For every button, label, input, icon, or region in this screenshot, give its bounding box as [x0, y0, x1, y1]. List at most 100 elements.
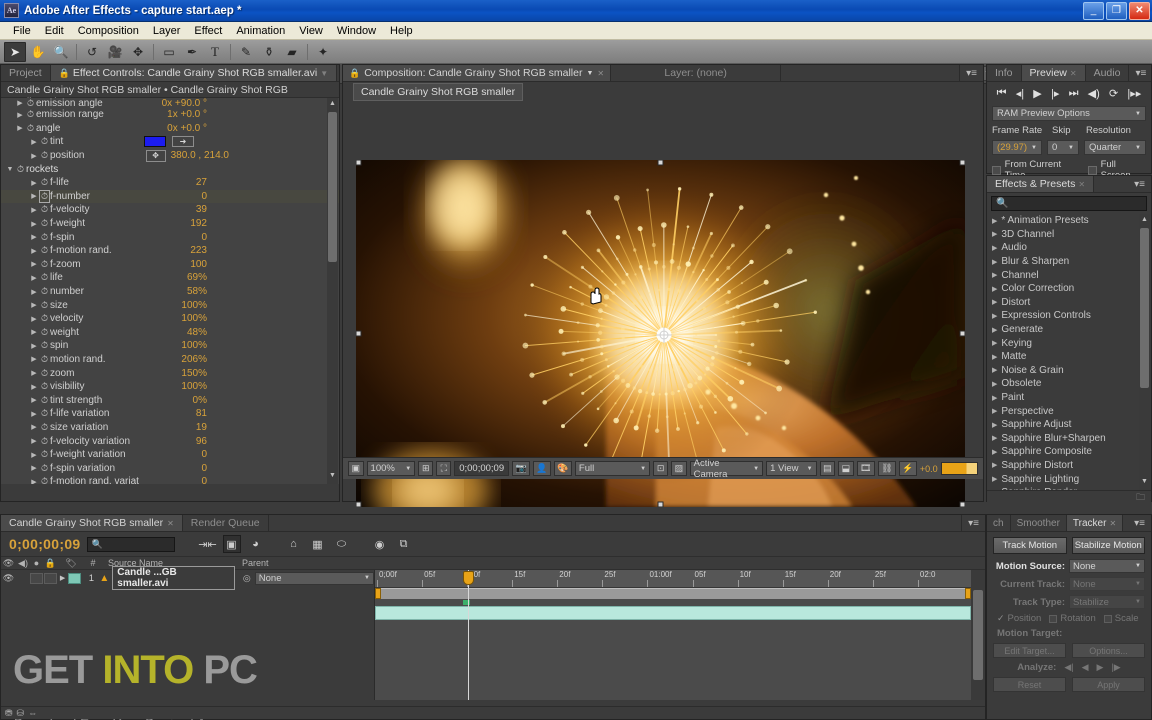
twirl-closed-icon[interactable]: ▶: [992, 448, 997, 456]
menu-item-help[interactable]: Help: [383, 23, 420, 39]
composition-canvas[interactable]: [356, 160, 965, 507]
twirl-closed-icon[interactable]: ▶: [992, 489, 997, 491]
twirl-closed-icon[interactable]: ▶: [992, 366, 997, 374]
motion-blur-icon[interactable]: ▦: [309, 535, 327, 553]
tint-color-swatch[interactable]: [144, 136, 166, 148]
effects-category-item[interactable]: ▶ Sapphire Distort: [987, 459, 1151, 473]
layer-label-color[interactable]: [67, 572, 81, 584]
always-preview-icon[interactable]: ▣: [348, 461, 364, 476]
stopwatch-icon[interactable]: ⏱: [39, 476, 50, 484]
twirl-closed-icon[interactable]: ▶: [992, 271, 997, 279]
twirl-closed-icon[interactable]: ▶: [29, 423, 39, 431]
comp-flowchart-icon[interactable]: ⛓: [877, 461, 896, 476]
pixel-aspect-correction-icon[interactable]: ▤: [819, 461, 836, 476]
layer-visibility-icon[interactable]: 👁: [1, 573, 16, 584]
panel-menu-icon[interactable]: ▾≡: [1129, 65, 1152, 81]
camera-tool[interactable]: 🎥: [104, 42, 126, 62]
panel-menu-icon[interactable]: ▾≡: [960, 65, 983, 81]
ram-preview-button[interactable]: |▸▸: [1127, 87, 1141, 100]
effect-property-value[interactable]: 0x +90.0 °: [162, 98, 207, 109]
playhead-handle[interactable]: [463, 571, 474, 585]
twirl-closed-icon[interactable]: ▶: [29, 288, 39, 296]
twirl-closed-icon[interactable]: ▶: [992, 475, 997, 483]
twirl-closed-icon[interactable]: ▶: [29, 152, 39, 160]
camera-view-select[interactable]: Active Camera ▼: [689, 458, 764, 480]
effects-category-item[interactable]: ▶ Audio: [987, 241, 1151, 255]
composition-mini-flowchart-icon[interactable]: ⇥⇤: [198, 535, 216, 553]
effect-property-row[interactable]: ▶ ⏱ f-spin 0: [1, 230, 339, 244]
effect-property-value[interactable]: 48%: [187, 327, 207, 338]
effect-property-row[interactable]: ▶ ⏱ motion rand. 206%: [1, 353, 339, 367]
previous-frame-button[interactable]: ◂|: [1016, 87, 1024, 100]
twirl-closed-icon[interactable]: ▶: [992, 394, 997, 402]
menu-item-animation[interactable]: Animation: [229, 23, 292, 39]
effect-property-row[interactable]: ▶ ⏱ f-spin variation 0: [1, 461, 339, 475]
twirl-closed-icon[interactable]: ▶: [992, 380, 997, 388]
twirl-closed-icon[interactable]: ▶: [29, 464, 39, 472]
effect-property-row[interactable]: ▶ ⏱ f-zoom 100: [1, 258, 339, 272]
motion-source-select[interactable]: None ▼: [1069, 559, 1145, 573]
twirl-closed-icon[interactable]: ▶: [29, 179, 39, 187]
tab-project[interactable]: Project: [1, 65, 51, 81]
effect-property-row[interactable]: ▶ ⏱ angle 0x +0.0 °: [1, 122, 339, 136]
tab-layer[interactable]: Layer: (none): [611, 65, 782, 81]
timeline-search-input[interactable]: 🔍: [86, 536, 175, 552]
twirl-closed-icon[interactable]: ▶: [29, 233, 39, 241]
effect-property-value[interactable]: 100%: [181, 381, 207, 392]
panel-menu-icon[interactable]: ▾≡: [962, 515, 985, 531]
twirl-closed-icon[interactable]: ▶: [29, 315, 39, 323]
frame-rate-select[interactable]: (29.97) ▼: [992, 140, 1042, 155]
scroll-down-icon[interactable]: ▼: [1140, 478, 1149, 488]
ram-preview-options-select[interactable]: RAM Preview Options ▼: [992, 106, 1146, 121]
twirl-closed-icon[interactable]: ▶: [992, 434, 997, 442]
region-interest-toggle-icon[interactable]: ⊡: [653, 461, 669, 476]
puppet-pin-tool[interactable]: ✦: [312, 42, 334, 62]
effects-category-item[interactable]: ▶ Matte: [987, 350, 1151, 364]
layer-source-name[interactable]: Candle ...GB smaller.avi: [112, 566, 235, 590]
twirl-closed-icon[interactable]: ▶: [29, 138, 39, 146]
effect-property-row[interactable]: ▶ ⏱ weight 48%: [1, 326, 339, 340]
reset-exposure-icon[interactable]: ⚡: [898, 461, 917, 476]
close-icon[interactable]: ✕: [1109, 519, 1116, 528]
menu-item-layer[interactable]: Layer: [146, 23, 188, 39]
maximize-button[interactable]: ❐: [1106, 1, 1127, 20]
minimize-button[interactable]: _: [1083, 1, 1104, 20]
effect-property-row[interactable]: ▶ ⏱ spin 100%: [1, 339, 339, 353]
magnification-select[interactable]: 100% ▼: [366, 461, 416, 476]
region-of-interest-icon[interactable]: ⛶: [436, 461, 452, 476]
close-icon[interactable]: ✕: [1070, 69, 1077, 78]
from-current-time-checkbox[interactable]: [992, 165, 1001, 175]
effect-property-value[interactable]: 0x +0.0 °: [167, 123, 207, 134]
breadcrumb[interactable]: Candle Grainy Shot RGB smaller: [353, 83, 524, 101]
tab-info[interactable]: Info: [987, 65, 1022, 81]
timeline-zoom-icon[interactable]: ⇔: [28, 708, 37, 718]
scroll-up-icon[interactable]: ▲: [1140, 216, 1149, 226]
stopwatch-icon[interactable]: ⏱: [39, 189, 50, 203]
view-layout-select[interactable]: 1 View ▼: [766, 461, 817, 476]
effect-property-row[interactable]: ▶ ⏱ f-life variation 81: [1, 407, 339, 421]
layer-solo-box[interactable]: [29, 572, 43, 584]
timeline-icon[interactable]: 🎞: [856, 461, 875, 476]
close-button[interactable]: ✕: [1129, 1, 1150, 20]
brainstorm-icon[interactable]: ⬭: [333, 535, 351, 553]
effect-property-row[interactable]: ▶ ⏱ number 58%: [1, 285, 339, 299]
preview-resolution-select[interactable]: Quarter ▼: [1084, 140, 1146, 155]
effect-property-row[interactable]: ▶ ⏱ f-number 0: [1, 189, 339, 204]
effect-property-row[interactable]: ▶ ⏱ size 100%: [1, 298, 339, 312]
skip-select[interactable]: 0 ▼: [1047, 140, 1079, 155]
twirl-closed-icon[interactable]: ▶: [992, 353, 997, 361]
twirl-closed-icon[interactable]: ▶: [29, 342, 39, 350]
stopwatch-icon[interactable]: ⏱: [39, 327, 50, 338]
twirl-closed-icon[interactable]: ▶: [992, 407, 997, 415]
tab-render-queue[interactable]: Render Queue: [182, 515, 269, 531]
effect-property-value[interactable]: 223: [190, 245, 207, 256]
current-time-display[interactable]: 0;00;00;09: [454, 461, 510, 476]
layer-expand-icon[interactable]: ▶: [58, 574, 68, 582]
tab-paragraph[interactable]: ch: [987, 515, 1011, 531]
effect-property-row[interactable]: ▶ ⏱ life 69%: [1, 271, 339, 285]
layer-lock-box[interactable]: [43, 572, 57, 584]
toggle-switches-modes-icon[interactable]: ⛃: [5, 708, 13, 719]
playhead[interactable]: [463, 570, 474, 700]
clone-stamp-tool[interactable]: ⚱: [258, 42, 280, 62]
stopwatch-icon[interactable]: ⏱: [25, 123, 36, 134]
